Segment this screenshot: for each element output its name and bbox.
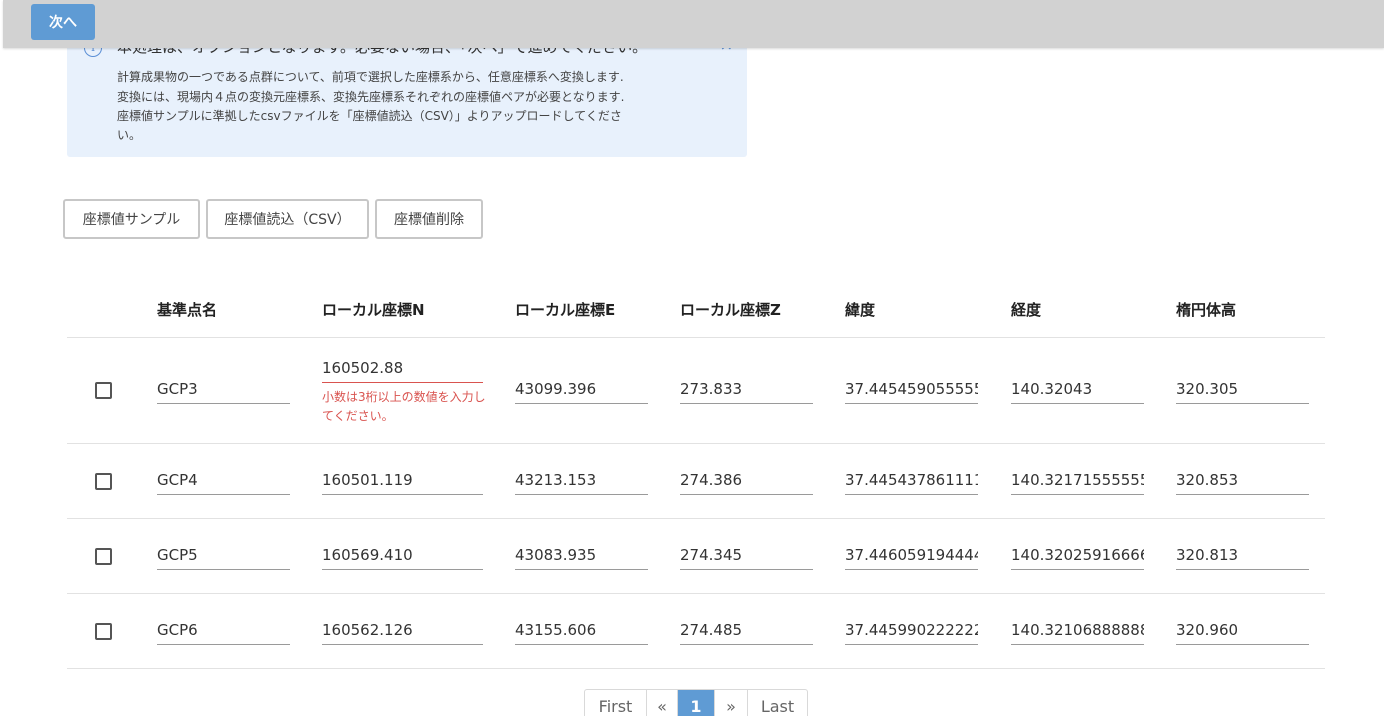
table-row: GCP5 160569.410 43083.935 274.345 37.446… <box>67 519 1325 594</box>
local-n-input[interactable]: 160501.119 <box>322 469 483 495</box>
header-point-name: 基準点名 <box>157 301 218 319</box>
longitude-input[interactable]: 140.32106888888 <box>1011 619 1144 645</box>
row-checkbox[interactable] <box>95 548 112 565</box>
header-latitude: 緯度 <box>845 301 876 319</box>
point-name-input[interactable]: GCP3 <box>157 378 290 404</box>
local-e-input[interactable]: 43155.606 <box>515 619 648 645</box>
local-e-input[interactable]: 43083.935 <box>515 544 648 570</box>
latitude-input[interactable]: 37.445437861111 <box>845 469 978 495</box>
page-next-button[interactable]: » <box>715 690 748 716</box>
coordinate-import-csv-button[interactable]: 座標値読込（CSV） <box>206 199 369 239</box>
coordinate-delete-button[interactable]: 座標値削除 <box>375 199 483 239</box>
row-checkbox[interactable] <box>95 382 112 399</box>
validation-error: 小数は3桁以上の数値を入力してください。 <box>322 390 486 423</box>
point-name-input[interactable]: GCP6 <box>157 619 290 645</box>
longitude-input[interactable]: 140.32025916666 <box>1011 544 1144 570</box>
pagination: First « 1 » Last <box>584 689 808 716</box>
page-last-button[interactable]: Last <box>748 690 807 716</box>
top-bar: 次へ <box>3 0 1384 48</box>
page-first-button[interactable]: First <box>585 690 647 716</box>
latitude-input[interactable]: 37.445459055555 <box>845 378 978 404</box>
info-line: い。 <box>117 128 142 142</box>
local-z-input[interactable]: 274.386 <box>680 469 813 495</box>
header-local-n: ローカル座標N <box>322 301 425 319</box>
longitude-input[interactable]: 140.32043 <box>1011 378 1144 404</box>
row-checkbox[interactable] <box>95 623 112 640</box>
table-row: GCP3 160502.88 小数は3桁以上の数値を入力してください。 4309… <box>67 338 1325 444</box>
local-z-input[interactable]: 274.345 <box>680 544 813 570</box>
table-row: GCP6 160562.126 43155.606 274.485 37.445… <box>67 594 1325 669</box>
coordinate-table: 基準点名 ローカル座標N ローカル座標E ローカル座標Z 緯度 経度 楕円体高 … <box>67 280 1325 669</box>
ellipsoid-height-input[interactable]: 320.305 <box>1176 378 1309 404</box>
next-button[interactable]: 次へ <box>31 4 95 40</box>
table-row: GCP4 160501.119 43213.153 274.386 37.445… <box>67 444 1325 519</box>
coordinate-sample-button[interactable]: 座標値サンプル <box>63 199 200 239</box>
header-local-e: ローカル座標E <box>515 301 616 319</box>
local-z-input[interactable]: 274.485 <box>680 619 813 645</box>
info-line: 計算成果物の一つである点群について、前項で選択した座標系から、任意座標系へ変換し… <box>117 70 624 84</box>
longitude-input[interactable]: 140.32171555555 <box>1011 469 1144 495</box>
latitude-input[interactable]: 37.446059194444 <box>845 544 978 570</box>
page-current-button[interactable]: 1 <box>678 690 715 716</box>
row-checkbox[interactable] <box>95 473 112 490</box>
ellipsoid-height-input[interactable]: 320.853 <box>1176 469 1309 495</box>
point-name-input[interactable]: GCP4 <box>157 469 290 495</box>
header-local-z: ローカル座標Z <box>680 301 781 319</box>
local-e-input[interactable]: 43099.396 <box>515 378 648 404</box>
local-n-input[interactable]: 160569.410 <box>322 544 483 570</box>
info-line: 座標値サンプルに準拠したcsvファイルを「座標値読込（CSV）」よりアップロード… <box>117 109 622 123</box>
page-prev-button[interactable]: « <box>647 690 678 716</box>
ellipsoid-height-input[interactable]: 320.813 <box>1176 544 1309 570</box>
local-z-input[interactable]: 273.833 <box>680 378 813 404</box>
header-ellipsoid-height: 楕円体高 <box>1176 301 1237 319</box>
local-e-input[interactable]: 43213.153 <box>515 469 648 495</box>
info-line: 変換には、現場内４点の変換元座標系、変換先座標系それぞれの座標値ペアが必要となり… <box>117 90 625 104</box>
header-longitude: 経度 <box>1011 301 1042 319</box>
ellipsoid-height-input[interactable]: 320.960 <box>1176 619 1309 645</box>
local-n-input[interactable]: 160502.88 <box>322 357 483 383</box>
point-name-input[interactable]: GCP5 <box>157 544 290 570</box>
local-n-input[interactable]: 160562.126 <box>322 619 483 645</box>
latitude-input[interactable]: 37.445990222222 <box>845 619 978 645</box>
table-header: 基準点名 ローカル座標N ローカル座標E ローカル座標Z 緯度 経度 楕円体高 <box>67 280 1325 338</box>
